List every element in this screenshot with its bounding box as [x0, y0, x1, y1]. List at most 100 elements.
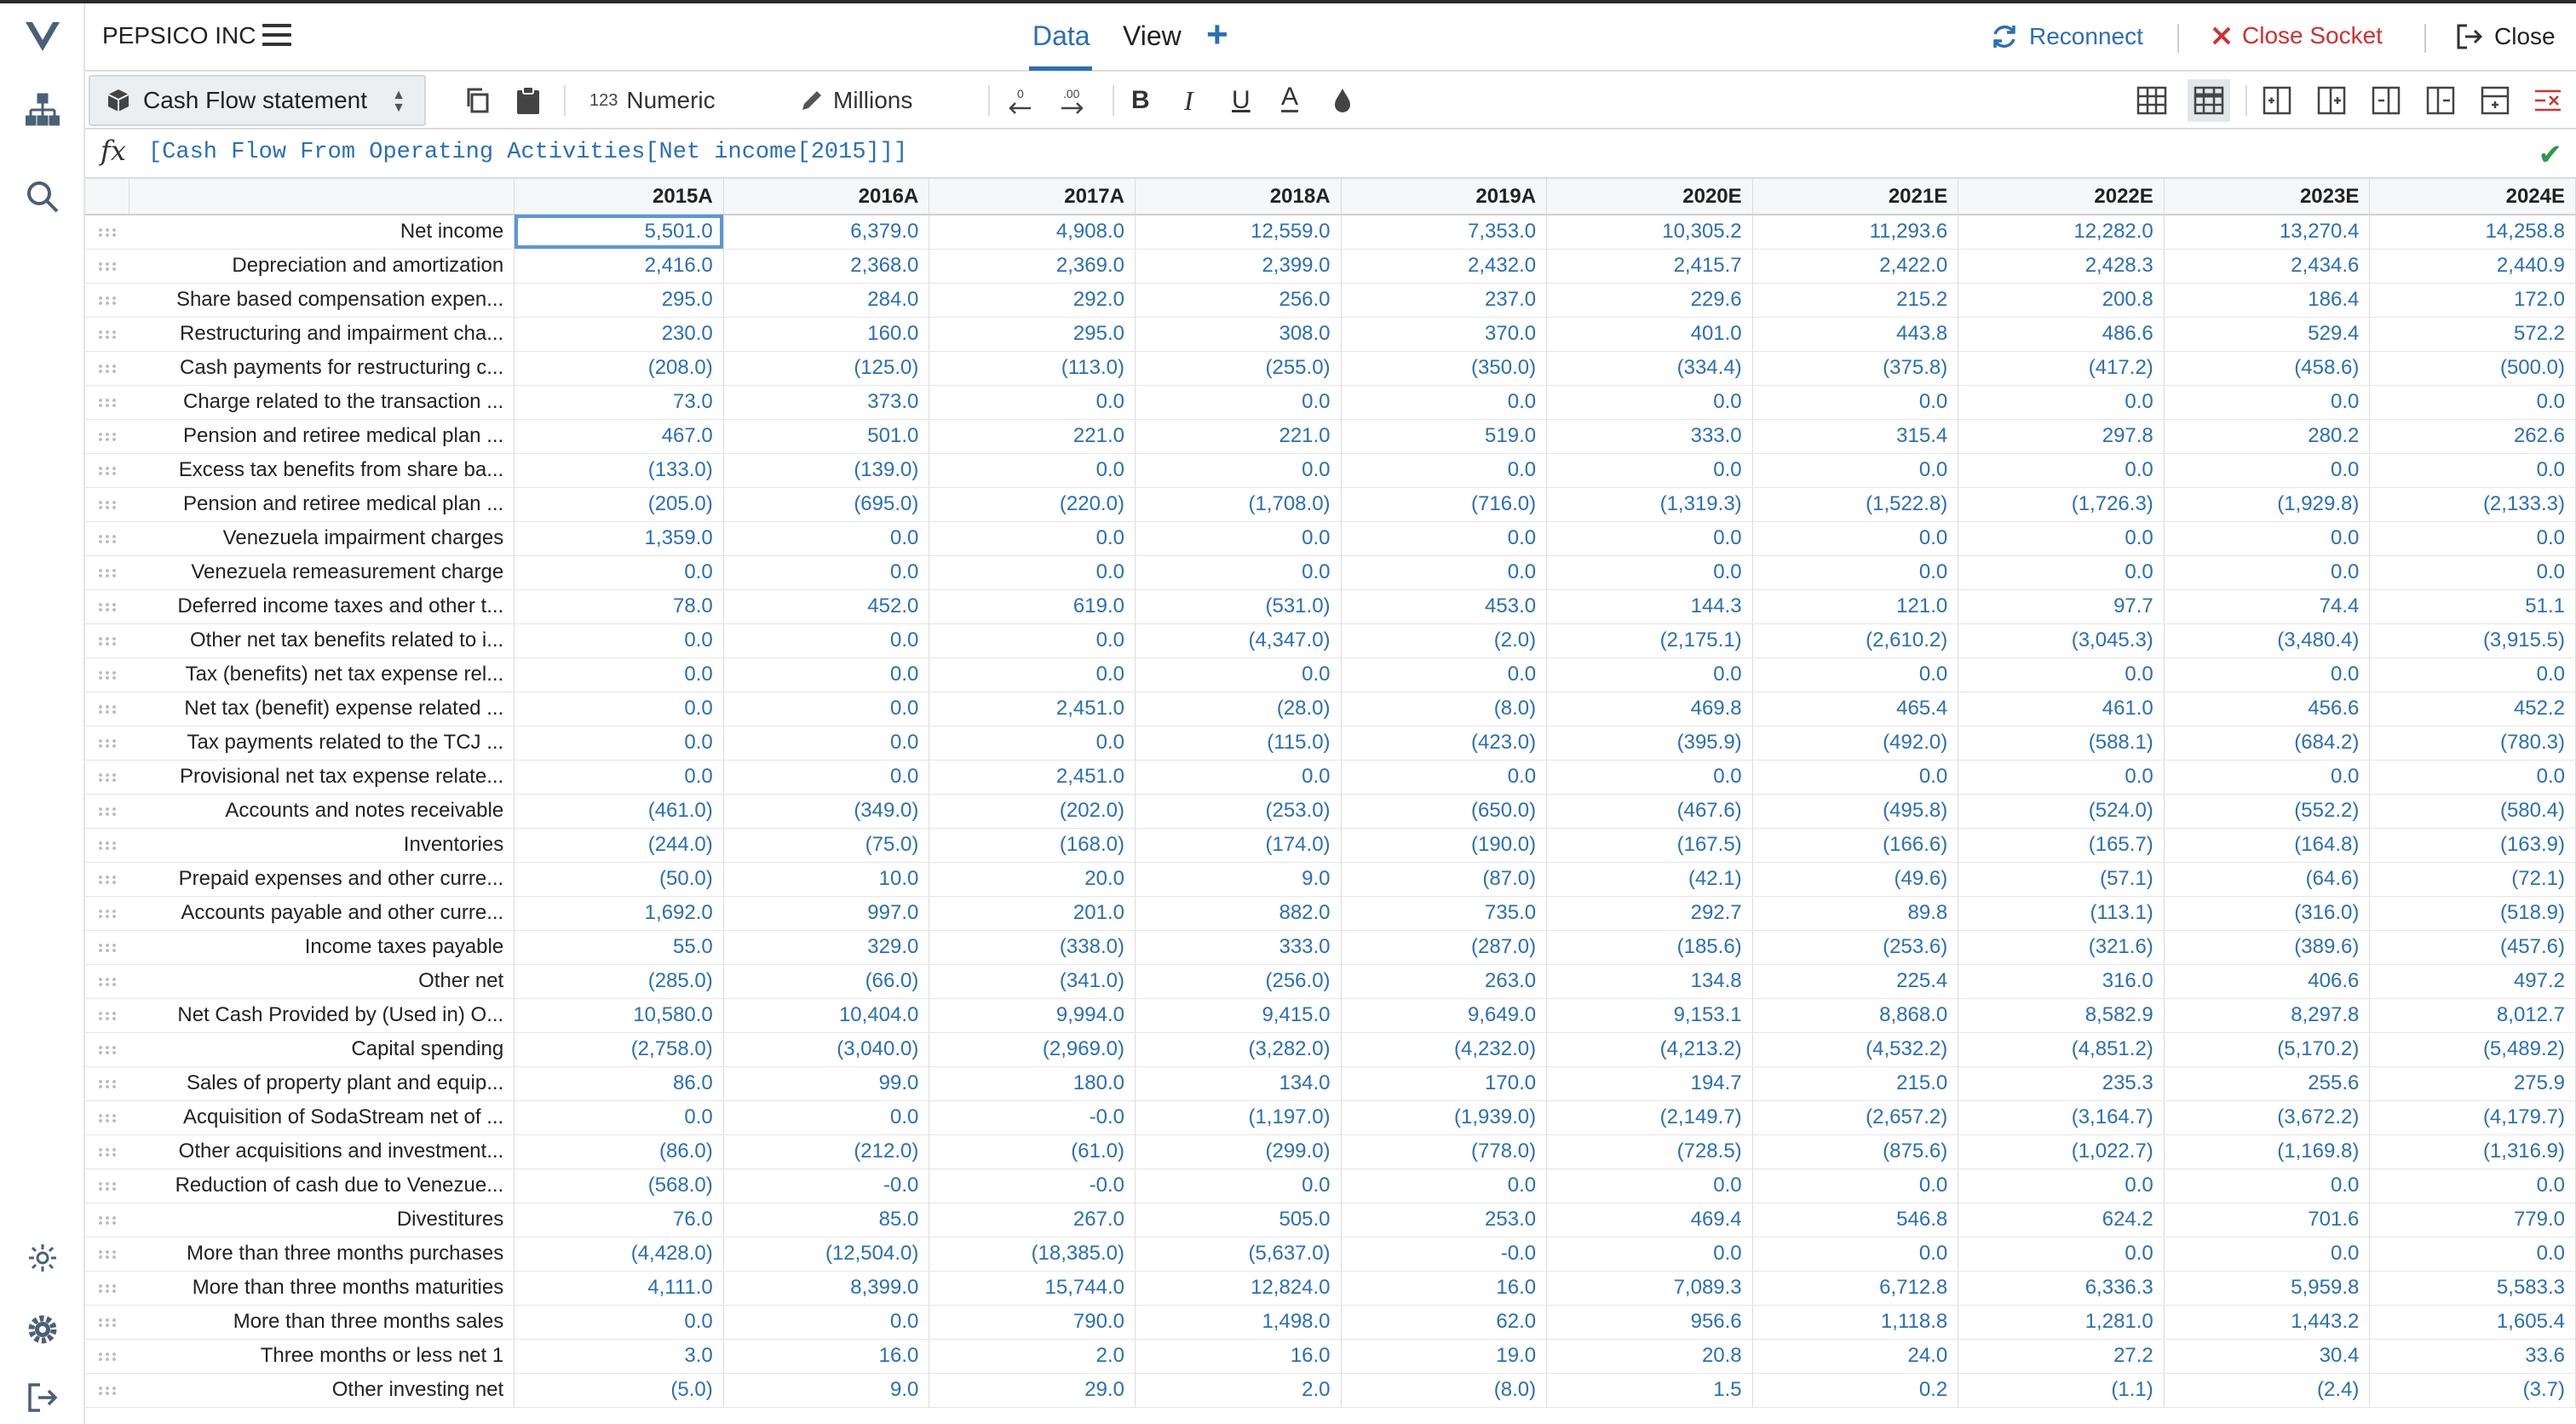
- row-label[interactable]: Venezuela remeasurement charge: [129, 555, 515, 590]
- close-button[interactable]: Close: [2455, 22, 2556, 51]
- table-cell[interactable]: 262.6: [2369, 419, 2576, 454]
- table-cell[interactable]: 0.0: [2369, 1237, 2576, 1272]
- table-cell[interactable]: (349.0): [723, 794, 930, 829]
- search-icon[interactable]: [21, 175, 64, 218]
- table-cell[interactable]: 73.0: [514, 385, 724, 420]
- table-cell[interactable]: (3,480.4): [2164, 623, 2371, 658]
- table-cell[interactable]: (4,851.2): [1958, 1032, 2165, 1067]
- row-label[interactable]: Charge related to the transaction ...: [129, 385, 515, 420]
- table-cell[interactable]: 0.0: [514, 726, 724, 761]
- table-cell[interactable]: (518.9): [2369, 896, 2576, 931]
- table-cell[interactable]: 401.0: [1546, 317, 1753, 352]
- table-cell[interactable]: 200.8: [1958, 283, 2165, 318]
- column-header[interactable]: 2020E: [1546, 179, 1753, 215]
- table-cell[interactable]: (166.6): [1752, 828, 1959, 863]
- table-cell[interactable]: 0.0: [1752, 760, 1959, 795]
- drag-handle-icon[interactable]: [85, 1203, 129, 1237]
- drag-handle-icon[interactable]: [85, 1134, 129, 1169]
- table-cell[interactable]: 0.0: [1958, 521, 2165, 556]
- table-cell[interactable]: 5,583.3: [2369, 1271, 2576, 1306]
- row-label[interactable]: Pension and retiree medical plan ...: [129, 487, 515, 522]
- table-cell[interactable]: 20.0: [929, 862, 1136, 897]
- table-cell[interactable]: 0.0: [514, 657, 724, 692]
- row-label[interactable]: Acquisition of SodaStream net of ...: [129, 1100, 515, 1135]
- increase-decimals-button[interactable]: .00: [1058, 83, 1087, 118]
- drag-handle-icon[interactable]: [85, 657, 129, 692]
- table-cell[interactable]: 0.0: [1546, 1168, 1753, 1203]
- table-cell[interactable]: 144.3: [1546, 589, 1753, 624]
- table-cell[interactable]: 30.4: [2164, 1339, 2371, 1374]
- table-cell[interactable]: (684.2): [2164, 726, 2371, 761]
- drag-handle-icon[interactable]: [85, 930, 129, 965]
- row-label[interactable]: More than three months sales: [129, 1305, 515, 1340]
- table-cell[interactable]: 1,605.4: [2369, 1305, 2576, 1340]
- drag-handle-icon[interactable]: [85, 317, 129, 352]
- table-cell[interactable]: 0.0: [723, 760, 930, 795]
- add-row-icon[interactable]: [2481, 83, 2510, 118]
- table-cell[interactable]: 2,451.0: [929, 760, 1136, 795]
- table-cell[interactable]: 134.8: [1546, 964, 1753, 999]
- table-cell[interactable]: 0.0: [2164, 555, 2371, 590]
- table-cell[interactable]: 0.0: [2164, 1237, 2371, 1272]
- drag-handle-icon[interactable]: [85, 692, 129, 726]
- table-cell[interactable]: 443.8: [1752, 317, 1959, 352]
- drag-handle-icon[interactable]: [85, 521, 129, 556]
- table-cell[interactable]: (1,022.7): [1958, 1134, 2165, 1169]
- table-cell[interactable]: 78.0: [514, 589, 724, 624]
- table-cell[interactable]: 0.0: [723, 623, 930, 658]
- table-cell[interactable]: 0.0: [2369, 555, 2576, 590]
- table-cell[interactable]: 461.0: [1958, 692, 2165, 726]
- row-label[interactable]: Three months or less net 1: [129, 1339, 515, 1374]
- table-cell[interactable]: 529.4: [2164, 317, 2371, 352]
- table-cell[interactable]: 2,440.9: [2369, 249, 2576, 284]
- table-cell[interactable]: 9.0: [1135, 862, 1342, 897]
- table-cell[interactable]: 20.8: [1546, 1339, 1753, 1374]
- table-cell[interactable]: 0.0: [929, 623, 1136, 658]
- tab-view[interactable]: View: [1123, 20, 1182, 52]
- table-cell[interactable]: (164.8): [2164, 828, 2371, 863]
- table-cell[interactable]: -0.0: [723, 1168, 930, 1203]
- row-label[interactable]: Restructuring and impairment cha...: [129, 317, 515, 352]
- table-cell[interactable]: (2.0): [1341, 623, 1548, 658]
- table-cell[interactable]: (1,522.8): [1752, 487, 1959, 522]
- column-header[interactable]: 2016A: [723, 179, 930, 215]
- table-cell[interactable]: 0.0: [1958, 385, 2165, 420]
- row-label[interactable]: Tax payments related to the TCJ ...: [129, 726, 515, 761]
- row-label[interactable]: Net Cash Provided by (Used in) O...: [129, 998, 515, 1033]
- table-cell[interactable]: (168.0): [929, 828, 1136, 863]
- table-cell[interactable]: 19.0: [1341, 1339, 1548, 1374]
- column-header[interactable]: 2022E: [1958, 179, 2165, 215]
- table-cell[interactable]: (467.6): [1546, 794, 1753, 829]
- table-cell[interactable]: 10,580.0: [514, 998, 724, 1033]
- table-cell[interactable]: 505.0: [1135, 1203, 1342, 1237]
- bold-button[interactable]: B: [1131, 83, 1150, 118]
- table-cell[interactable]: 0.0: [1752, 385, 1959, 420]
- table-cell[interactable]: 370.0: [1341, 317, 1548, 352]
- table-cell[interactable]: 0.0: [2369, 657, 2576, 692]
- table-cell[interactable]: (167.5): [1546, 828, 1753, 863]
- table-cell[interactable]: 4,111.0: [514, 1271, 724, 1306]
- table-cell[interactable]: 255.6: [2164, 1066, 2371, 1101]
- table-cell[interactable]: (3,040.0): [723, 1032, 930, 1067]
- drag-handle-icon[interactable]: [85, 1100, 129, 1135]
- drag-handle-icon[interactable]: [85, 419, 129, 454]
- row-label[interactable]: Deferred income taxes and other t...: [129, 589, 515, 624]
- table-cell[interactable]: 0.0: [514, 555, 724, 590]
- table-cell[interactable]: (208.0): [514, 351, 724, 386]
- table-cell[interactable]: (5,489.2): [2369, 1032, 2576, 1067]
- table-cell[interactable]: 308.0: [1135, 317, 1342, 352]
- table-cell[interactable]: 0.0: [2164, 657, 2371, 692]
- drag-handle-icon[interactable]: [85, 998, 129, 1033]
- table-cell[interactable]: 0.0: [1341, 1168, 1548, 1203]
- table-cell[interactable]: 1,118.8: [1752, 1305, 1959, 1340]
- row-label[interactable]: Provisional net tax expense relate...: [129, 760, 515, 795]
- table-cell[interactable]: 0.0: [723, 1100, 930, 1135]
- column-header[interactable]: 2018A: [1135, 179, 1342, 215]
- table-cell[interactable]: 9,153.1: [1546, 998, 1753, 1033]
- table-cell[interactable]: 121.0: [1752, 589, 1959, 624]
- table-cell[interactable]: (458.6): [2164, 351, 2371, 386]
- v-logo-icon[interactable]: [21, 15, 64, 58]
- row-label[interactable]: Share based compensation expen...: [129, 283, 515, 318]
- selected-cell[interactable]: 5,501.0: [514, 215, 724, 250]
- table-cell[interactable]: (2,657.2): [1752, 1100, 1959, 1135]
